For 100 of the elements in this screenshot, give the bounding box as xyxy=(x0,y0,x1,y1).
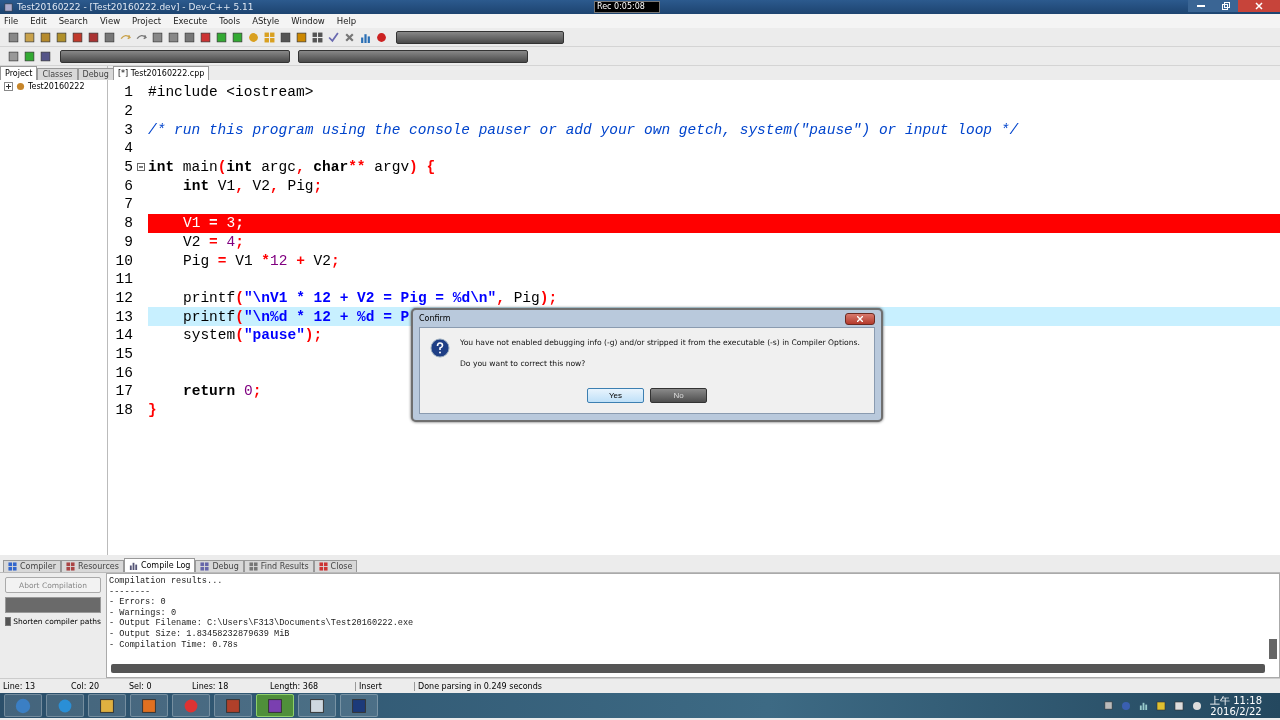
panel-tab[interactable]: Find Results xyxy=(243,560,314,572)
tree-item[interactable]: Test20160222 xyxy=(28,82,85,91)
panel-tab[interactable]: Resources xyxy=(61,560,124,572)
status-field: Line: 13 xyxy=(0,681,68,691)
window-title: Test20160222 - [Test20160222.dev] - Dev-C++ 5.11 xyxy=(17,2,254,12)
line-number: 13 xyxy=(114,308,133,325)
panel-tab[interactable]: Compile Log xyxy=(123,558,196,572)
panel-tab[interactable]: Classes xyxy=(37,68,78,80)
line-number: 16 xyxy=(114,364,133,381)
line-number: 14 xyxy=(114,327,133,344)
code-line: /* run this program using the console pauser or add your own getch, system("pause") or input loop */ xyxy=(148,121,1019,138)
log-line: - Compilation Time: 0.78s xyxy=(109,639,238,651)
close-icon xyxy=(857,315,863,322)
panel-tab[interactable]: Debug xyxy=(77,68,114,80)
menu-item[interactable]: AStyle xyxy=(252,16,280,26)
log-line: Compilation results... xyxy=(109,576,223,587)
menu-item[interactable]: Edit xyxy=(30,16,47,26)
orb-icon xyxy=(14,696,32,715)
line-number: 3 xyxy=(123,121,133,138)
log-line: - Output Size: 1.83458232879639 MiB xyxy=(109,628,290,640)
taskbar-button[interactable] xyxy=(256,694,294,717)
log-line: -------- xyxy=(109,586,151,598)
code-line: printf("\nV1 * 12 + V2 = Pig = %d\n", Pig); xyxy=(183,289,558,306)
code-line: int V1, V2, Pig; xyxy=(183,177,323,194)
close-button[interactable] xyxy=(1238,0,1280,12)
minimize-icon xyxy=(1197,4,1205,8)
log-line: - Warnings: 0 xyxy=(109,607,177,618)
grid-icon xyxy=(66,562,75,571)
chart-icon xyxy=(359,31,371,43)
line-number: 4 xyxy=(123,140,133,157)
status-field: Insert xyxy=(356,681,415,691)
line-number: 2 xyxy=(123,103,133,120)
status-field: Done parsing in 0.249 seconds xyxy=(415,681,1280,691)
menu-item[interactable]: Execute xyxy=(173,16,208,26)
code-line: #include <iostream> xyxy=(148,84,314,101)
line-number: 9 xyxy=(123,233,133,250)
menu-item[interactable]: Project xyxy=(132,16,162,26)
line-number: 5 xyxy=(123,159,133,176)
grid-icon xyxy=(248,562,258,571)
close-button[interactable] xyxy=(845,312,875,325)
line-number: 1 xyxy=(123,84,133,101)
vertical-scrollbar[interactable] xyxy=(1269,639,1277,659)
panel-tab[interactable]: Close xyxy=(313,560,358,572)
line-number: 10 xyxy=(114,252,133,269)
status-field: Length: 368 xyxy=(267,681,356,691)
menu-item[interactable]: File xyxy=(4,16,19,26)
line-number: 7 xyxy=(123,196,133,213)
panel-tab[interactable]: Debug xyxy=(195,560,244,572)
check-icon xyxy=(327,31,339,43)
clock-time[interactable]: 上午 11:18 xyxy=(1210,694,1262,706)
grid-icon xyxy=(311,31,323,43)
menu-item[interactable]: Search xyxy=(58,16,88,26)
panel-tab[interactable]: Compiler xyxy=(3,560,61,572)
question-icon xyxy=(430,338,450,358)
status-field: Lines: 18 xyxy=(189,681,267,691)
start-button[interactable] xyxy=(4,694,42,717)
recorder-timer: Rec 0:05:08 xyxy=(594,1,660,13)
code-line: return 0; xyxy=(183,383,262,400)
menu-item[interactable]: Window xyxy=(291,16,325,26)
status-field: Sel: 0 xyxy=(126,681,189,691)
restore-icon xyxy=(1222,2,1230,10)
line-number: 11 xyxy=(114,271,133,288)
log-line: - Errors: 0 xyxy=(109,597,166,608)
project-icon xyxy=(16,82,25,91)
dialog-button[interactable]: No xyxy=(650,388,707,403)
line-number: 17 xyxy=(114,383,133,400)
close-icon xyxy=(1255,2,1263,10)
network-icon[interactable] xyxy=(1139,701,1148,710)
file-tab[interactable]: [*] Test20160222.cpp xyxy=(113,66,210,80)
code-line: V1 = 3; xyxy=(183,215,244,232)
app-icon xyxy=(4,2,13,12)
checkbox[interactable] xyxy=(5,617,12,626)
code-line: V2 = 4; xyxy=(183,233,244,250)
grid-icon xyxy=(8,562,17,571)
horizontal-scrollbar[interactable] xyxy=(111,664,1265,673)
line-number: 18 xyxy=(114,402,133,419)
menu-item[interactable]: Tools xyxy=(219,16,241,26)
member-dropdown[interactable] xyxy=(298,49,528,63)
expand-icon[interactable] xyxy=(4,82,13,91)
line-number: 12 xyxy=(114,289,133,306)
menu-item[interactable]: Help xyxy=(336,16,357,26)
grid-icon xyxy=(263,31,275,43)
panel-tab[interactable]: Project xyxy=(0,66,38,80)
status-field: Col: 20 xyxy=(68,681,126,691)
menu-item[interactable]: View xyxy=(99,16,121,26)
restore-button[interactable] xyxy=(1214,0,1238,12)
compiler-dropdown[interactable] xyxy=(396,30,564,44)
delete-icon xyxy=(343,31,355,43)
dialog-button[interactable]: Yes xyxy=(587,388,644,403)
code-line: system("pause"); xyxy=(183,327,323,344)
grid-button[interactable] xyxy=(310,30,324,44)
grid-icon xyxy=(318,562,328,571)
dialog-title: Confirm xyxy=(419,314,451,323)
code-line: Pig = V1 *12 + V2; xyxy=(183,252,340,269)
clock-date[interactable]: 2016/2/22 xyxy=(1210,705,1262,717)
check-button[interactable] xyxy=(326,30,340,44)
minimize-button[interactable] xyxy=(1188,0,1214,12)
chart-icon xyxy=(128,561,138,570)
class-dropdown[interactable] xyxy=(60,49,290,63)
fold-icon[interactable] xyxy=(136,163,145,172)
